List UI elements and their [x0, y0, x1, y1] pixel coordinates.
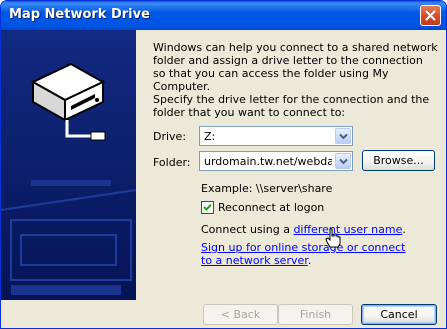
network-drive-icon: [1, 30, 136, 300]
reconnect-label[interactable]: Reconnect at logon: [218, 201, 324, 214]
finish-button[interactable]: Finish: [278, 304, 353, 325]
back-button[interactable]: < Back: [203, 304, 278, 325]
connect-using-line: Connect using a different user name.: [201, 223, 406, 236]
wizard-sidebar: [1, 30, 136, 300]
drive-dropdown-button[interactable]: [335, 128, 351, 144]
browse-button[interactable]: Browse...: [362, 150, 435, 171]
connect-using-suffix: .: [402, 223, 406, 236]
close-icon: [425, 10, 436, 21]
wizard-button-bar: < Back Finish Cancel: [1, 300, 446, 328]
drive-value: Z:: [204, 130, 216, 143]
close-button[interactable]: [420, 5, 441, 26]
title-bar[interactable]: Map Network Drive: [1, 1, 446, 30]
chevron-down-icon: [339, 133, 348, 140]
different-user-name-link[interactable]: different user name: [293, 223, 402, 236]
window-title: Map Network Drive: [9, 7, 150, 22]
folder-combobox[interactable]: urdomain.tw.net/webdav: [199, 151, 353, 171]
intro-text: Windows can help you connect to a shared…: [153, 41, 438, 93]
chevron-down-icon: [339, 158, 348, 165]
folder-value: urdomain.tw.net/webdav: [204, 155, 332, 168]
signup-suffix: .: [307, 254, 312, 267]
drive-label: Drive:: [153, 130, 187, 143]
specify-text: Specify the drive letter for the connect…: [153, 93, 430, 119]
cancel-button[interactable]: Cancel: [361, 304, 437, 325]
checkmark-icon: [203, 203, 212, 211]
folder-dropdown-button[interactable]: [335, 153, 351, 169]
example-text: Example: \\server\share: [201, 182, 333, 195]
reconnect-checkbox[interactable]: [201, 201, 214, 214]
folder-label: Folder:: [153, 156, 191, 169]
drive-select[interactable]: Z:: [199, 126, 353, 146]
signup-online-storage-link[interactable]: Sign up for online storage or connect to…: [201, 241, 406, 267]
connect-using-prefix: Connect using a: [201, 223, 294, 236]
signup-paragraph: Sign up for online storage or connect to…: [201, 241, 416, 267]
map-network-drive-window: Map Network Drive Windows can help you c…: [0, 0, 447, 329]
hand-cursor-icon: [325, 228, 341, 248]
wizard-content: Windows can help you connect to a shared…: [136, 30, 446, 300]
